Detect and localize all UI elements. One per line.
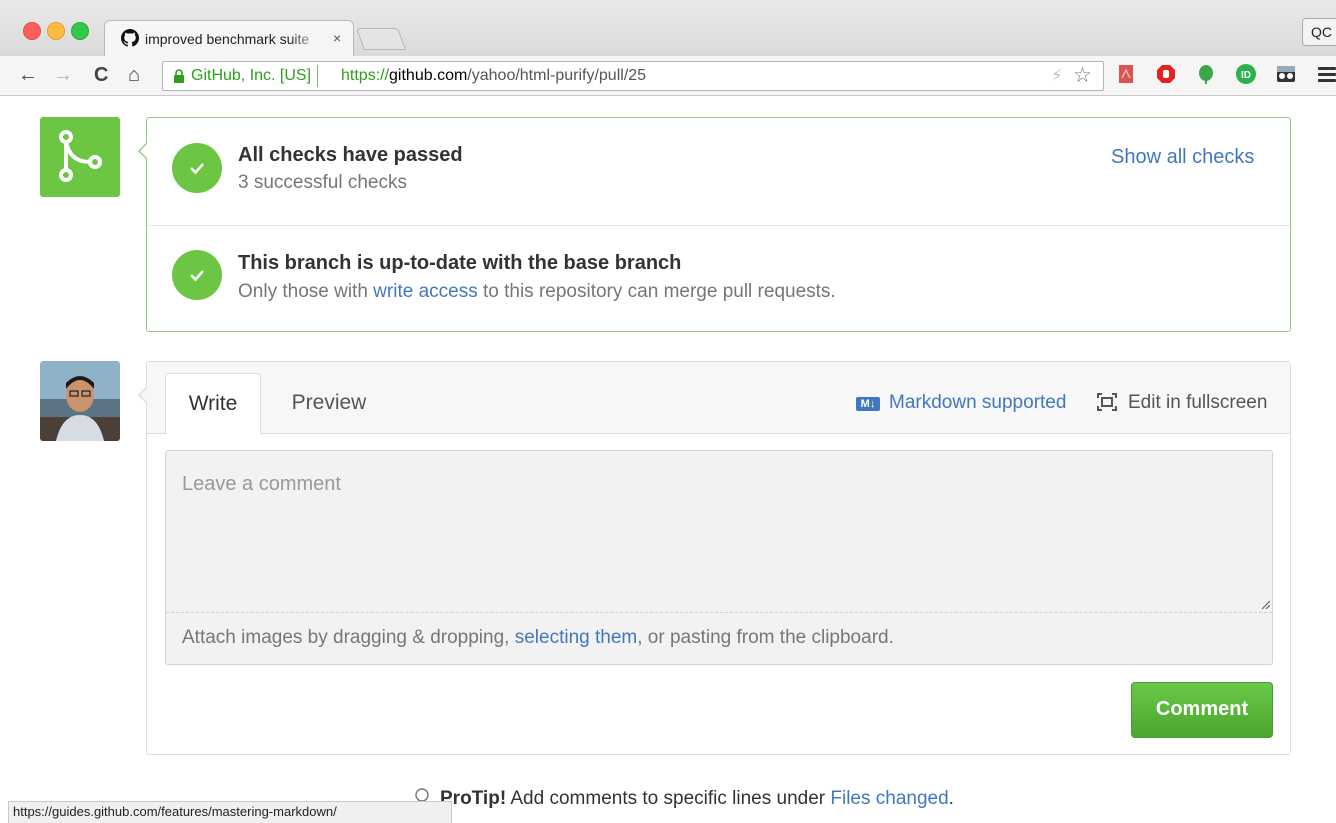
edit-fullscreen-link[interactable]: Edit in fullscreen (1128, 392, 1267, 414)
profile-button[interactable]: QC (1302, 18, 1336, 46)
evernote-icon[interactable] (1196, 64, 1216, 84)
show-all-checks-link[interactable]: Show all checks (1111, 146, 1254, 169)
ev-certificate-label[interactable]: GitHub, Inc. [US] (191, 65, 319, 87)
branch-status-title: This branch is up-to-date with the base … (238, 252, 682, 274)
menu-icon[interactable] (1318, 67, 1336, 83)
back-icon[interactable]: ← (18, 64, 38, 86)
lock-icon (174, 69, 184, 83)
branch-status-subtitle: Only those with write access to this rep… (238, 281, 836, 302)
comment-textarea-wrapper: Attach images by dragging & dropping, se… (165, 450, 1273, 665)
tab-preview[interactable]: Preview (269, 373, 389, 433)
forward-icon[interactable]: → (53, 64, 73, 86)
bolt-icon[interactable]: ⚡ (1051, 66, 1063, 86)
url-text[interactable]: https://github.com/yahoo/html-purify/pul… (341, 65, 646, 87)
home-icon[interactable]: ⌂ (128, 64, 140, 86)
comment-textarea[interactable] (166, 451, 1272, 612)
resize-handle-icon[interactable] (1260, 599, 1270, 609)
tab-write[interactable]: Write (165, 373, 261, 434)
url-scheme: https:// (341, 67, 390, 84)
comment-form: Write Preview M↓ Markdown supported Edit… (138, 361, 1291, 755)
incognito-icon[interactable] (1276, 64, 1296, 84)
checks-title: All checks have passed (238, 144, 463, 166)
zoom-window-button[interactable] (71, 22, 89, 40)
comment-tabs-bar: Write Preview M↓ Markdown supported Edit… (138, 362, 1290, 434)
checks-subtitle: 3 successful checks (238, 172, 407, 193)
github-icon (121, 29, 139, 47)
attach-images-bar[interactable]: Attach images by dragging & dropping, se… (166, 612, 1272, 664)
minimize-window-button[interactable] (47, 22, 65, 40)
write-access-link[interactable]: write access (373, 281, 478, 302)
svg-text:ID: ID (1241, 70, 1251, 81)
git-merge-icon (59, 130, 102, 182)
id-icon[interactable]: ID (1236, 64, 1256, 84)
comment-submit-button[interactable]: Comment (1131, 682, 1273, 738)
merge-status-box: All checks have passed 3 successful chec… (138, 117, 1291, 332)
browser-titlebar: improved benchmark suite × QC (0, 0, 1336, 56)
markdown-icon: M↓ (856, 397, 880, 411)
protip-text: ProTip! Add comments to specific lines u… (440, 788, 954, 809)
selecting-them-link[interactable]: selecting them (515, 627, 638, 648)
pdf-icon[interactable] (1116, 64, 1136, 84)
browser-tab-active[interactable]: improved benchmark suite × (104, 20, 354, 56)
adblock-icon[interactable] (1156, 64, 1176, 84)
reload-icon[interactable]: C (94, 64, 108, 86)
files-changed-link[interactable]: Files changed (830, 788, 948, 809)
checks-passed-icon (172, 143, 222, 193)
avatar[interactable] (40, 361, 120, 441)
url-path: /yahoo/html-purify/pull/25 (467, 67, 647, 84)
merge-box-divider (147, 225, 1290, 226)
tab-title: improved benchmark suite (145, 31, 310, 47)
address-bar[interactable]: GitHub, Inc. [US] https://github.com/yah… (162, 61, 1104, 91)
bookmark-star-icon[interactable]: ☆ (1073, 63, 1092, 88)
page-content: All checks have passed 3 successful chec… (0, 96, 1336, 823)
fullscreen-icon[interactable] (1097, 393, 1117, 411)
merge-status-badge (40, 117, 120, 197)
new-tab-button[interactable] (355, 28, 407, 50)
markdown-supported-link[interactable]: Markdown supported (889, 392, 1066, 414)
url-host: github.com (389, 67, 468, 84)
tab-close-icon[interactable]: × (333, 30, 341, 46)
branch-up-to-date-icon (172, 250, 222, 300)
user-photo (40, 361, 120, 441)
status-bar-url: https://guides.github.com/features/maste… (8, 801, 452, 823)
close-window-button[interactable] (23, 22, 41, 40)
